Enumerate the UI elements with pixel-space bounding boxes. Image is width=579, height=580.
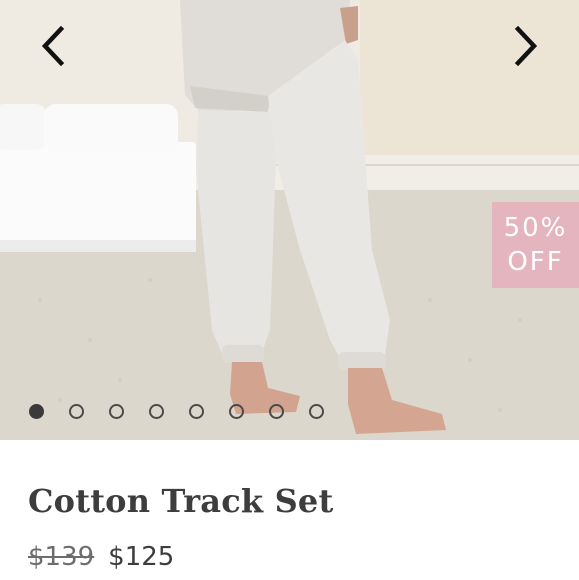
carousel-dot-4[interactable] <box>149 404 164 419</box>
product-image-carousel[interactable]: 50% OFF <box>0 0 579 440</box>
price-row: $139 $125 <box>28 542 174 572</box>
sale-price: $125 <box>108 542 175 572</box>
discount-badge-off: OFF <box>507 247 564 277</box>
carousel-pagination <box>29 404 324 424</box>
discount-badge-percent: 50% <box>503 213 568 243</box>
carousel-dot-6[interactable] <box>229 404 244 419</box>
carousel-dot-3[interactable] <box>109 404 124 419</box>
carousel-dot-5[interactable] <box>189 404 204 419</box>
discount-badge: 50% OFF <box>492 202 579 288</box>
next-slide-button[interactable] <box>504 22 548 70</box>
carousel-dot-1[interactable] <box>29 404 44 419</box>
carousel-dot-7[interactable] <box>269 404 284 419</box>
carousel-dot-8[interactable] <box>309 404 324 419</box>
chevron-right-icon <box>514 26 538 66</box>
product-title: Cotton Track Set <box>28 482 334 520</box>
carousel-dot-2[interactable] <box>69 404 84 419</box>
chevron-left-icon <box>41 26 65 66</box>
previous-slide-button[interactable] <box>31 22 75 70</box>
original-price: $139 <box>28 542 95 572</box>
product-page: 50% OFF Cotton Track Set $139 $125 <box>0 0 579 580</box>
